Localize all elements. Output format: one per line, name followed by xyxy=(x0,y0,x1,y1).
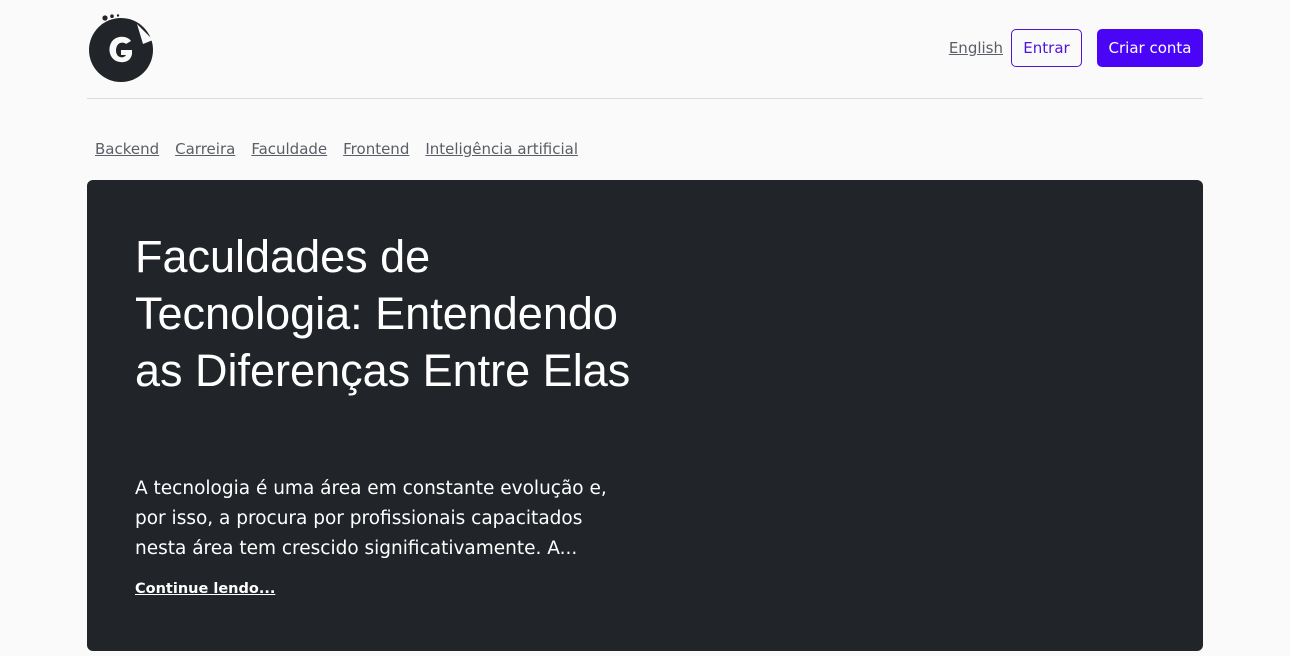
header-actions: English Entrar Criar conta xyxy=(949,29,1203,67)
category-nav: Backend Carreira Faculdade Frontend Inte… xyxy=(87,140,1203,162)
category-link-carreira[interactable]: Carreira xyxy=(175,140,235,162)
g-logo-icon xyxy=(89,14,153,82)
continue-reading-link[interactable]: Continue lendo... xyxy=(135,581,275,597)
page-container: English Entrar Criar conta Backend Carre… xyxy=(87,0,1203,651)
language-link[interactable]: English xyxy=(949,39,1003,57)
featured-post-title: Faculdades de Tecnologia: Entendendo as … xyxy=(135,231,631,396)
featured-post-card: Faculdades de Tecnologia: Entendendo as … xyxy=(87,180,1203,651)
category-link-ia[interactable]: Inteligência artificial xyxy=(425,140,578,162)
category-link-faculdade[interactable]: Faculdade xyxy=(251,140,327,162)
category-link-backend[interactable]: Backend xyxy=(95,140,159,162)
site-header: English Entrar Criar conta xyxy=(87,0,1203,99)
category-link-frontend[interactable]: Frontend xyxy=(343,140,409,162)
signup-button[interactable]: Criar conta xyxy=(1097,29,1203,67)
login-button[interactable]: Entrar xyxy=(1011,29,1082,67)
site-logo-icon[interactable] xyxy=(87,14,155,82)
featured-post-excerpt: A tecnologia é uma área em constante evo… xyxy=(135,478,607,559)
